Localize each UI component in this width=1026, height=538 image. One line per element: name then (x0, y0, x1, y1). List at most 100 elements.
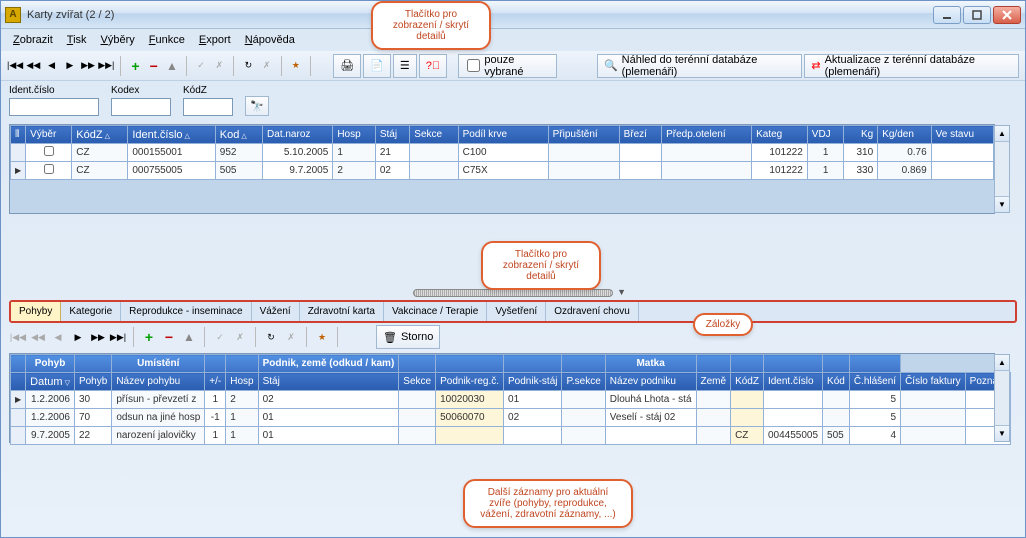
vscroll-main[interactable]: ▲▼ (994, 125, 1010, 213)
maximize-button[interactable] (963, 6, 991, 24)
tab-zdravotni[interactable]: Zdravotní karta (300, 302, 384, 321)
col-indicator[interactable]: ⦀ (11, 126, 26, 144)
nav-first[interactable]: |◀◀ (7, 56, 23, 76)
d-nav-first: |◀◀ (9, 327, 27, 347)
grp-pohyb: Pohyb (26, 355, 75, 373)
detail-grid[interactable]: Pohyb Umístění Podnik, země (odkud / kam… (9, 353, 995, 443)
only-selected-checkbox[interactable]: pouze vybrané (458, 54, 556, 78)
col-datnaroz[interactable]: Dat.naroz (263, 126, 333, 144)
refresh-icon[interactable]: ↻ (240, 56, 256, 76)
d-nav-prev-page: ◀◀ (29, 327, 47, 347)
col-sekce[interactable]: Sekce (410, 126, 458, 144)
col-kateg[interactable]: Kateg (752, 126, 808, 144)
terrain-view-button[interactable]: 🔍Náhled do terénní databáze (plemenáři) (597, 54, 802, 78)
dcol-kodz[interactable]: KódZ (731, 373, 764, 391)
d-bookmark-icon[interactable]: ★ (313, 327, 331, 347)
col-predp[interactable]: Předp.otelení (662, 126, 752, 144)
nav-prev-page[interactable]: ◀◀ (25, 56, 41, 76)
dcol-kod[interactable]: Kód (823, 373, 850, 391)
col-kodz[interactable]: KódZ△ (72, 126, 128, 144)
dcol-ch[interactable]: Č.hlášení (849, 373, 900, 391)
table-row[interactable]: CZ 000155001 952 5.10.2005 1 21 C100 101… (11, 144, 994, 162)
d-add-button[interactable]: + (140, 327, 158, 347)
d-nav-last[interactable]: ▶▶| (109, 327, 127, 347)
tab-vazeni[interactable]: Vážení (252, 302, 300, 321)
menu-export[interactable]: Export (193, 32, 237, 48)
detail-tabs: Pohyby Kategorie Reprodukce - inseminace… (9, 300, 1017, 323)
dcol-ident[interactable]: Ident.číslo (763, 373, 822, 391)
edit-button[interactable]: ▲ (164, 56, 180, 76)
d-nav-next-page[interactable]: ▶▶ (89, 327, 107, 347)
dcol-nazev[interactable]: Název pohybu (112, 373, 205, 391)
search-icon: 🔍 (604, 59, 618, 72)
col-kg[interactable]: Kg (844, 126, 878, 144)
col-kgden[interactable]: Kg/den (878, 126, 931, 144)
dcol-zeme[interactable]: Země (696, 373, 731, 391)
search-button[interactable]: 🔭 (245, 96, 269, 116)
menu-vybery[interactable]: Výběry (95, 32, 141, 48)
d-refresh-icon[interactable]: ↻ (262, 327, 280, 347)
dcol-cf[interactable]: Číslo faktury (901, 373, 966, 391)
dcol-preg[interactable]: Podnik-reg.č. (436, 373, 504, 391)
tab-vysetreni[interactable]: Vyšetření (487, 302, 546, 321)
tab-reprodukce[interactable]: Reprodukce - inseminace (121, 302, 251, 321)
ident-input[interactable] (9, 98, 99, 116)
menu-funkce[interactable]: Funkce (143, 32, 191, 48)
d-nav-next[interactable]: ▶ (69, 327, 87, 347)
delete-button[interactable]: − (146, 56, 162, 76)
storno-button[interactable]: 🗑Storno (376, 325, 440, 349)
kodex-input[interactable] (111, 98, 171, 116)
dcol-pstaj[interactable]: Podnik-stáj (504, 373, 562, 391)
close-button[interactable] (993, 6, 1021, 24)
dcol-datum[interactable]: Datum▽ (26, 373, 75, 391)
terrain-update-button[interactable]: ⇄Aktualizace z terénní databáze (plemená… (804, 54, 1019, 78)
nav-next-page[interactable]: ▶▶ (80, 56, 96, 76)
tab-vakcinace[interactable]: Vakcinace / Terapie (384, 302, 487, 321)
details-toggle-button[interactable]: ☰ (393, 54, 417, 78)
menu-napoveda[interactable]: Nápověda (239, 32, 301, 48)
bookmark-icon[interactable]: ★ (288, 56, 304, 76)
print-button[interactable]: 🖨 (333, 54, 361, 78)
dcol-sekce[interactable]: Sekce (399, 373, 436, 391)
nav-next[interactable]: ▶ (62, 56, 78, 76)
app-icon: A (5, 7, 21, 23)
col-vyber[interactable]: Výběr (26, 126, 72, 144)
table-row[interactable]: ▶ 1.2.2006 30 přísun - převzetí z 1 2 02… (11, 391, 1011, 409)
dcol-hosp[interactable]: Hosp (226, 373, 258, 391)
dcol-npod[interactable]: Název podniku (605, 373, 696, 391)
help-button[interactable]: ?⃒ (419, 54, 447, 78)
table-row[interactable]: ▶ CZ 000755005 505 9.7.2005 2 02 C75X 10… (11, 162, 994, 180)
col-hosp[interactable]: Hosp (333, 126, 376, 144)
col-prip[interactable]: Připuštění (548, 126, 619, 144)
kodz-input[interactable] (183, 98, 233, 116)
table-row[interactable]: 1.2.2006 70 odsun na jiné hosp -1 1 01 5… (11, 409, 1011, 427)
add-button[interactable]: + (127, 56, 143, 76)
tab-ozdraveni[interactable]: Ozdravení chovu (546, 302, 639, 321)
col-kod[interactable]: Kod△ (215, 126, 262, 144)
nav-last[interactable]: ▶▶| (98, 56, 114, 76)
col-staj[interactable]: Stáj (375, 126, 409, 144)
tab-kategorie[interactable]: Kategorie (61, 302, 121, 321)
nav-prev[interactable]: ◀ (43, 56, 59, 76)
dcol-psekce[interactable]: P.sekce (562, 373, 605, 391)
menu-tisk[interactable]: Tisk (61, 32, 93, 48)
update-icon: ⇄ (811, 59, 820, 72)
d-edit-button[interactable]: ▲ (180, 327, 198, 347)
trash-icon: 🗑 (383, 331, 397, 344)
dcol-pm[interactable]: +/- (205, 373, 226, 391)
dcol-staj[interactable]: Stáj (258, 373, 399, 391)
col-brezi[interactable]: Březí (619, 126, 661, 144)
main-grid[interactable]: ⦀ Výběr KódZ△ Ident.číslo△ Kod△ Dat.naro… (9, 124, 995, 214)
menu-zobrazit[interactable]: Zobrazit (7, 32, 59, 48)
tab-pohyby[interactable]: Pohyby (11, 302, 61, 321)
vscroll-detail[interactable]: ▲▼ (994, 354, 1010, 442)
col-vdj[interactable]: VDJ (807, 126, 844, 144)
d-delete-button[interactable]: − (160, 327, 178, 347)
col-vest[interactable]: Ve stavu (931, 126, 993, 144)
minimize-button[interactable] (933, 6, 961, 24)
table-row[interactable]: 9.7.2005 22 narození jalovičky 1 1 01 CZ… (11, 427, 1011, 445)
col-podil[interactable]: Podíl krve (458, 126, 548, 144)
col-ident[interactable]: Ident.číslo△ (128, 126, 215, 144)
dcol-pohyb[interactable]: Pohyb (74, 373, 111, 391)
export-button[interactable]: 📄 (363, 54, 391, 78)
